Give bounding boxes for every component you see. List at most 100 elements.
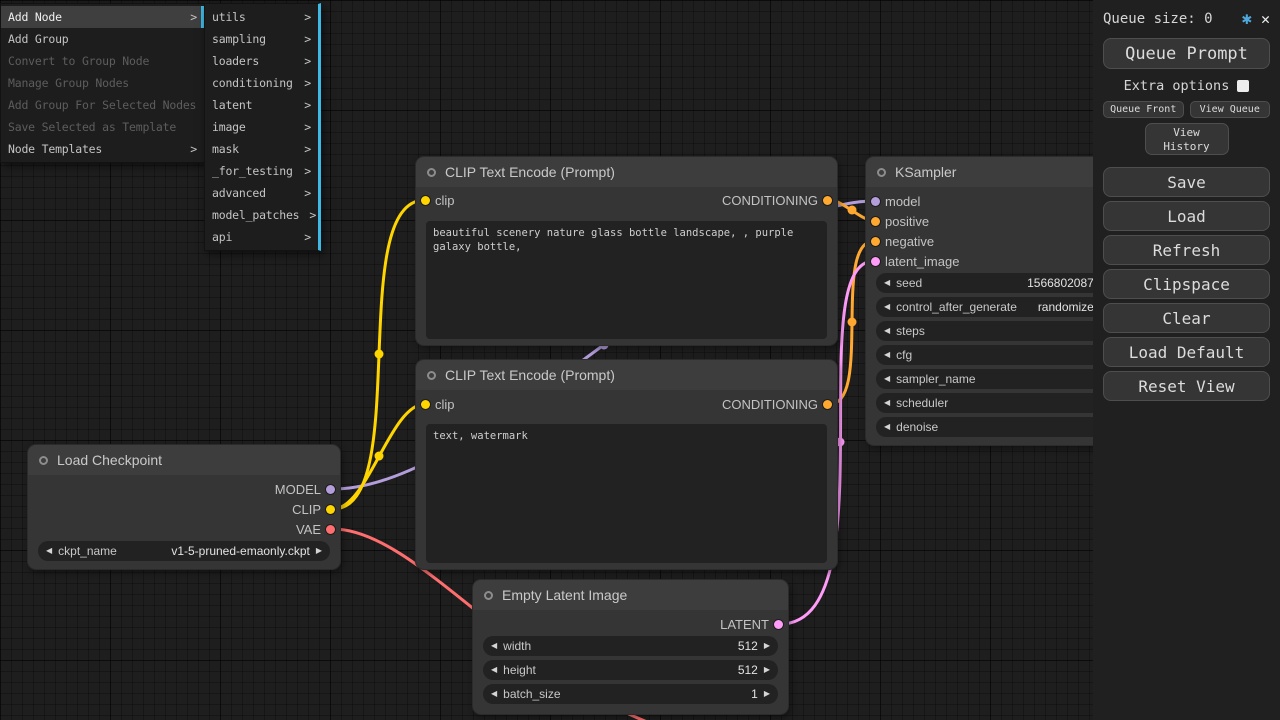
queue-prompt-button[interactable]: Queue Prompt [1103,38,1270,69]
increment-arrow-icon[interactable]: ▶ [764,642,770,650]
input-slot-negative[interactable] [871,237,880,246]
widget-value: v1-5-pruned-emaonly.ckpt [123,544,310,558]
collapse-dot-icon[interactable] [427,371,436,380]
submenu-item-sampling[interactable]: sampling > [205,28,318,50]
menu-item-add-group[interactable]: Add Group [1,28,204,50]
input-slot-model[interactable] [871,197,880,206]
view-queue-button[interactable]: View Queue [1190,101,1271,118]
output-slot-clip[interactable] [326,505,335,514]
submenu-item-loaders[interactable]: loaders > [205,50,318,72]
view-history-button[interactable]: View History [1145,123,1229,155]
output-slot-label: VAE [296,522,321,538]
widget-value: 512 [542,663,758,677]
decrement-arrow-icon[interactable]: ◀ [491,642,497,650]
collapse-dot-icon[interactable] [39,456,48,465]
submenu-item-image[interactable]: image > [205,116,318,138]
input-slot-latent-image[interactable] [871,257,880,266]
menu-item-add-node[interactable]: Add Node > [1,6,204,28]
input-slot-label: model [885,194,920,210]
increment-arrow-icon[interactable]: ▶ [764,666,770,674]
widget-cfg[interactable]: ◀ cfg ▶ [876,345,1114,365]
input-slot-label: latent_image [885,254,959,270]
submenu-item-conditioning[interactable]: conditioning > [205,72,318,94]
decrement-arrow-icon[interactable]: ◀ [884,279,890,287]
submenu-item-api[interactable]: api > [205,226,318,248]
decrement-arrow-icon[interactable]: ◀ [884,423,890,431]
menu-item-node-templates[interactable]: Node Templates > [1,138,204,160]
output-slot-conditioning[interactable] [823,196,832,205]
submenu-arrow-icon: > [304,32,311,46]
widget-name: height [503,663,536,677]
increment-arrow-icon[interactable]: ▶ [316,547,322,555]
widget-ckpt-name[interactable]: ◀ ckpt_name v1-5-pruned-emaonly.ckpt ▶ [38,541,330,561]
output-slot-conditioning[interactable] [823,400,832,409]
output-slot-model[interactable] [326,485,335,494]
node-header[interactable]: Load Checkpoint [28,445,340,475]
submenu-item-latent[interactable]: latent > [205,94,318,116]
submenu-item-model-patches[interactable]: model_patches > [205,204,318,226]
decrement-arrow-icon[interactable]: ◀ [884,399,890,407]
decrement-arrow-icon[interactable]: ◀ [884,327,890,335]
node-header[interactable]: CLIP Text Encode (Prompt) [416,157,837,187]
close-icon[interactable]: ✕ [1261,10,1270,28]
widget-value: 1566802087 [928,276,1094,290]
widget-steps[interactable]: ◀ steps ▶ [876,321,1114,341]
output-slot-latent[interactable] [774,620,783,629]
input-slot-clip[interactable] [421,196,430,205]
collapse-dot-icon[interactable] [427,168,436,177]
widget-seed[interactable]: ◀ seed 1566802087 ▶ [876,273,1114,293]
node-header[interactable]: KSampler [866,157,1124,187]
settings-gear-icon[interactable]: ✱ [1242,9,1252,29]
prompt-textarea[interactable]: beautiful scenery nature glass bottle la… [426,221,827,339]
collapse-dot-icon[interactable] [484,591,493,600]
prompt-textarea[interactable]: text, watermark [426,424,827,563]
widget-batch-size[interactable]: ◀ batch_size 1 ▶ [483,684,778,704]
menu-item-label: model_patches [212,208,299,222]
submenu-item-for-testing[interactable]: _for_testing > [205,160,318,182]
submenu-item-advanced[interactable]: advanced > [205,182,318,204]
decrement-arrow-icon[interactable]: ◀ [884,351,890,359]
submenu-item-utils[interactable]: utils > [205,6,318,28]
widget-control-after-generate[interactable]: ◀ control_after_generate randomize ▶ [876,297,1114,317]
widget-name: width [503,639,531,653]
widget-height[interactable]: ◀ height 512 ▶ [483,660,778,680]
refresh-button[interactable]: Refresh [1103,235,1270,265]
input-slot-clip[interactable] [421,400,430,409]
decrement-arrow-icon[interactable]: ◀ [884,375,890,383]
submenu-arrow-icon: > [304,120,311,134]
decrement-arrow-icon[interactable]: ◀ [884,303,890,311]
increment-arrow-icon[interactable]: ▶ [764,690,770,698]
queue-front-button[interactable]: Queue Front [1103,101,1184,118]
node-clip-text-encode-2[interactable]: CLIP Text Encode (Prompt) clip CONDITION… [415,359,838,570]
menu-item-label: Node Templates [8,142,102,156]
decrement-arrow-icon[interactable]: ◀ [491,690,497,698]
input-slot-positive[interactable] [871,217,880,226]
widget-width[interactable]: ◀ width 512 ▶ [483,636,778,656]
reset-view-button[interactable]: Reset View [1103,371,1270,401]
widget-denoise[interactable]: ◀ denoise ▶ [876,417,1114,437]
clear-button[interactable]: Clear [1103,303,1270,333]
widget-sampler-name[interactable]: ◀ sampler_name ▶ [876,369,1114,389]
widget-name: cfg [896,348,912,362]
node-ksampler[interactable]: KSampler model positive negative latent_… [865,156,1125,446]
load-button[interactable]: Load [1103,201,1270,231]
node-empty-latent-image[interactable]: Empty Latent Image LATENT ◀ width 512 ▶ … [472,579,789,715]
widget-scheduler[interactable]: ◀ scheduler ▶ [876,393,1114,413]
node-load-checkpoint[interactable]: Load Checkpoint MODEL CLIP VAE ◀ ckpt_na… [27,444,341,570]
submenu-item-mask[interactable]: mask > [205,138,318,160]
extra-options-checkbox[interactable] [1237,80,1249,92]
decrement-arrow-icon[interactable]: ◀ [46,547,52,555]
widget-value: 512 [537,639,758,653]
save-button[interactable]: Save [1103,167,1270,197]
node-header[interactable]: Empty Latent Image [473,580,788,610]
clipspace-button[interactable]: Clipspace [1103,269,1270,299]
output-slot-vae[interactable] [326,525,335,534]
decrement-arrow-icon[interactable]: ◀ [491,666,497,674]
collapse-dot-icon[interactable] [877,168,886,177]
menu-item-label: Manage Group Nodes [8,76,129,90]
node-clip-text-encode-1[interactable]: CLIP Text Encode (Prompt) clip CONDITION… [415,156,838,346]
node-header[interactable]: CLIP Text Encode (Prompt) [416,360,837,390]
node-editor-canvas[interactable]: CLIP Text Encode (Prompt) clip CONDITION… [0,0,1280,720]
menu-item-label: Add Group For Selected Nodes [8,98,196,112]
load-default-button[interactable]: Load Default [1103,337,1270,367]
